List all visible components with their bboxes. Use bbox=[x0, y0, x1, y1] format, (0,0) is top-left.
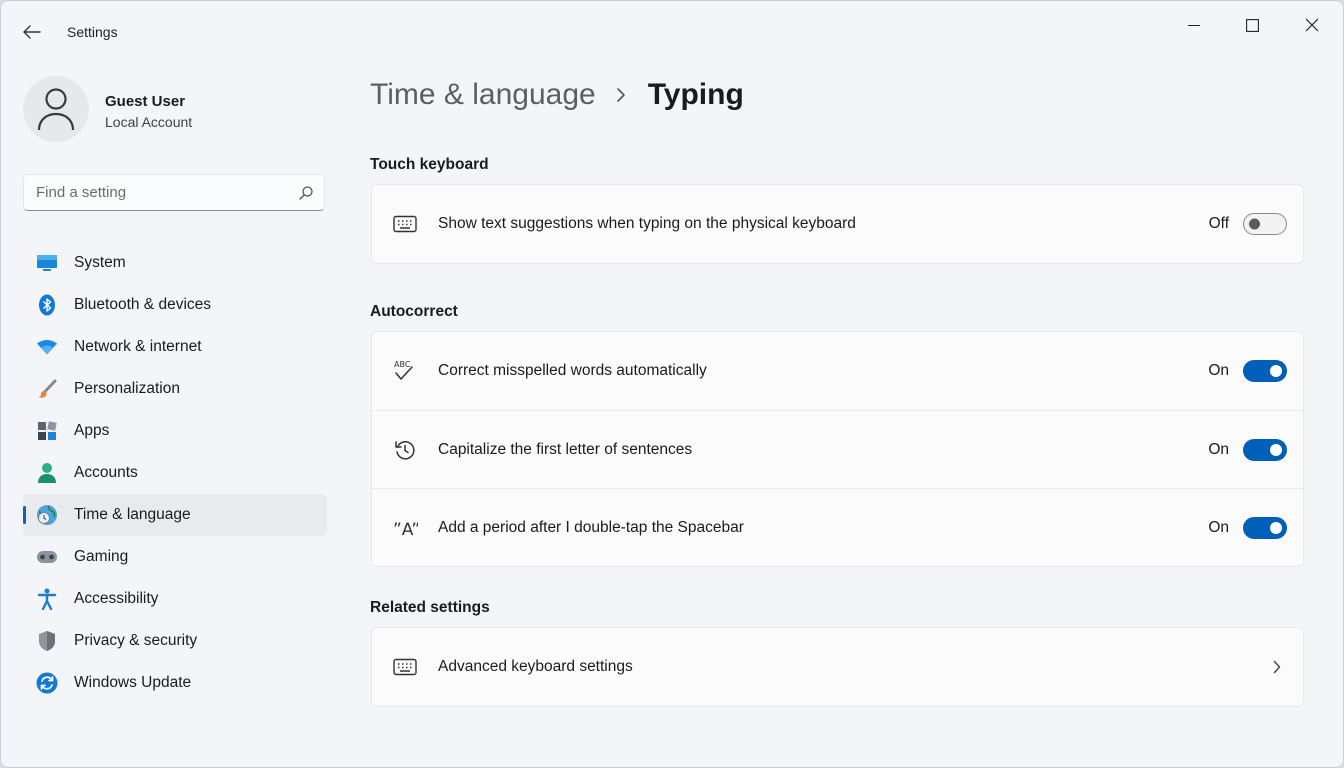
setting-label: Add a period after I double-tap the Spac… bbox=[438, 518, 744, 536]
sidebar-item-network[interactable]: Network & internet bbox=[23, 326, 327, 368]
chevron-right-icon bbox=[1273, 660, 1281, 674]
sidebar-item-label: Accessibility bbox=[74, 590, 159, 607]
svg-text:ABC: ABC bbox=[394, 360, 411, 369]
sidebar-item-label: Personalization bbox=[74, 380, 180, 397]
correct-misspelled-toggle[interactable] bbox=[1243, 360, 1287, 382]
search-box bbox=[23, 174, 325, 211]
svg-text:”A”: ”A” bbox=[393, 520, 418, 540]
section-title-touch-keyboard: Touch keyboard bbox=[370, 156, 489, 173]
sidebar-item-label: Windows Update bbox=[74, 674, 192, 691]
sidebar-item-bluetooth[interactable]: Bluetooth & devices bbox=[23, 284, 327, 326]
sidebar-item-personalization[interactable]: Personalization bbox=[23, 368, 327, 410]
sidebar-item-windows-update[interactable]: Windows Update bbox=[23, 662, 327, 704]
account-type: Local Account bbox=[105, 114, 193, 130]
maximize-button[interactable] bbox=[1223, 1, 1281, 49]
chevron-right-icon bbox=[616, 87, 626, 103]
sidebar-item-label: Privacy & security bbox=[74, 632, 198, 649]
user-name: Guest User bbox=[105, 93, 186, 110]
sidebar-nav: System Bluetooth & devices Network & int… bbox=[23, 242, 327, 704]
keyboard-icon bbox=[392, 211, 418, 237]
sidebar-item-label: System bbox=[74, 254, 126, 271]
maximize-icon bbox=[1245, 18, 1259, 32]
person-icon bbox=[36, 462, 58, 484]
person-icon bbox=[37, 88, 75, 131]
sidebar-item-label: Network & internet bbox=[74, 338, 202, 355]
globe-clock-icon bbox=[36, 504, 58, 526]
breadcrumb: Time & language Typing bbox=[370, 75, 744, 115]
toggle-state-text: On bbox=[1208, 362, 1229, 379]
bluetooth-icon bbox=[36, 294, 58, 316]
setting-row-double-tap-period: ”A” Add a period after I double-tap the … bbox=[372, 488, 1303, 566]
related-settings-card: Advanced keyboard settings bbox=[371, 627, 1304, 707]
sidebar-item-gaming[interactable]: Gaming bbox=[23, 536, 327, 578]
page-title: Typing bbox=[647, 78, 744, 111]
section-title-autocorrect: Autocorrect bbox=[370, 303, 458, 320]
sidebar-item-label: Gaming bbox=[74, 548, 129, 565]
breadcrumb-parent[interactable]: Time & language bbox=[370, 78, 596, 112]
setting-row-text-suggestions: Show text suggestions when typing on the… bbox=[372, 185, 1303, 263]
sidebar-item-apps[interactable]: Apps bbox=[23, 410, 327, 452]
wifi-icon bbox=[36, 336, 58, 358]
setting-label: Correct misspelled words automatically bbox=[438, 362, 707, 379]
close-button[interactable] bbox=[1283, 1, 1341, 49]
keyboard-icon bbox=[392, 654, 418, 680]
back-button[interactable] bbox=[15, 17, 49, 47]
shield-icon bbox=[36, 630, 58, 652]
spellcheck-icon: ABC bbox=[392, 358, 418, 384]
history-icon bbox=[392, 437, 418, 463]
title-bar: Settings bbox=[1, 1, 1343, 61]
sidebar-item-label: Time & language bbox=[74, 506, 191, 523]
settings-window: Settings Guest User Local Account Find a… bbox=[0, 0, 1344, 768]
avatar bbox=[23, 76, 89, 142]
sidebar-item-label: Apps bbox=[74, 422, 110, 439]
sidebar-item-label: Bluetooth & devices bbox=[74, 296, 212, 313]
double-tap-period-toggle[interactable] bbox=[1243, 516, 1287, 539]
brush-icon bbox=[36, 378, 58, 400]
user-profile[interactable]: Guest User Local Account bbox=[23, 76, 323, 146]
setting-row-capitalize: Capitalize the first letter of sentences… bbox=[372, 410, 1303, 488]
display-icon bbox=[36, 252, 58, 274]
quote-a-icon: ”A” bbox=[392, 515, 418, 541]
sidebar-item-privacy[interactable]: Privacy & security bbox=[23, 620, 327, 662]
toggle-state-text: On bbox=[1208, 518, 1229, 536]
minimize-icon bbox=[1188, 24, 1200, 27]
gamepad-icon bbox=[36, 546, 58, 568]
setting-label: Show text suggestions when typing on the… bbox=[438, 215, 856, 232]
search-icon[interactable] bbox=[298, 185, 314, 201]
update-icon bbox=[36, 672, 58, 694]
back-arrow-icon bbox=[23, 25, 41, 39]
autocorrect-card: ABC Correct misspelled words automatical… bbox=[371, 331, 1304, 567]
section-title-related-settings: Related settings bbox=[370, 599, 490, 616]
sidebar-item-accessibility[interactable]: Accessibility bbox=[23, 578, 327, 620]
touch-keyboard-card: Show text suggestions when typing on the… bbox=[371, 184, 1304, 264]
capitalize-toggle[interactable] bbox=[1243, 438, 1287, 461]
apps-icon bbox=[36, 420, 58, 442]
sidebar-item-accounts[interactable]: Accounts bbox=[23, 452, 327, 494]
minimize-button[interactable] bbox=[1165, 1, 1223, 49]
setting-label: Capitalize the first letter of sentences bbox=[438, 440, 693, 458]
toggle-state-text: On bbox=[1208, 440, 1229, 458]
advanced-keyboard-settings-link[interactable]: Advanced keyboard settings bbox=[372, 628, 1303, 706]
setting-label: Advanced keyboard settings bbox=[438, 658, 633, 675]
close-icon bbox=[1305, 18, 1319, 32]
sidebar-item-time-language[interactable]: Time & language bbox=[23, 494, 327, 536]
sidebar-item-system[interactable]: System bbox=[23, 242, 327, 284]
sidebar-item-label: Accounts bbox=[74, 464, 138, 481]
setting-row-correct-misspelled: ABC Correct misspelled words automatical… bbox=[372, 332, 1303, 410]
text-suggestions-toggle[interactable] bbox=[1243, 213, 1287, 235]
app-title: Settings bbox=[67, 24, 118, 40]
accessibility-icon bbox=[36, 588, 58, 610]
toggle-state-text: Off bbox=[1208, 215, 1229, 232]
search-input[interactable] bbox=[36, 184, 298, 201]
